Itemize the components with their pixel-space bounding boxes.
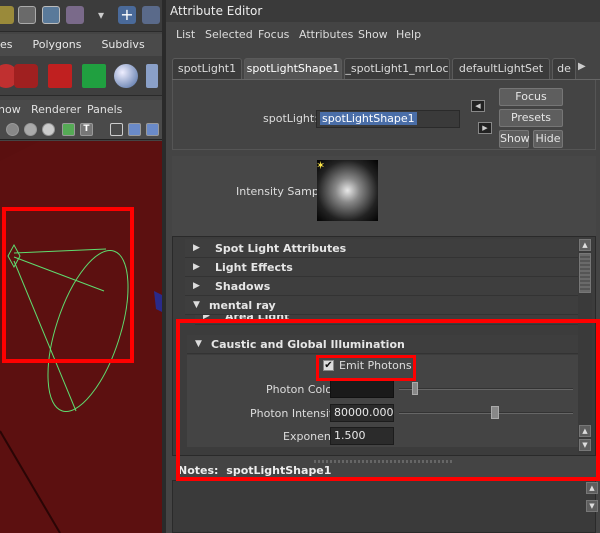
menu-item[interactable]: Polygons	[33, 34, 82, 56]
tab-spotlight1-mrloc[interactable]: _spotLight1_mrLoc	[344, 58, 450, 79]
snap-grid-icon[interactable]: +	[118, 6, 136, 24]
viewport-toolbar: T	[0, 120, 164, 140]
section-shadows[interactable]: ▶ Shadows	[185, 277, 583, 296]
attribute-editor-window: Attribute Editor List Selected Focus Att…	[166, 0, 600, 533]
intensity-sample-label: Intensity Sample	[236, 185, 329, 198]
shelf-tool-icon[interactable]	[146, 64, 158, 88]
viewport-menu-bar: how Renderer Panels	[0, 100, 164, 120]
cube-textured-icon[interactable]	[146, 123, 159, 136]
menu-set-bar: es Polygons Subdivs	[0, 34, 164, 56]
ae-menu-bar: List Selected Focus Attributes Show Help	[166, 24, 600, 46]
collapse-arrow-icon: ▼	[193, 300, 200, 310]
section-label: Shadows	[215, 280, 271, 293]
notes-scroll-up-icon[interactable]: ▲	[586, 482, 598, 494]
node-name-label: spotLight:	[263, 112, 318, 125]
section-light-effects[interactable]: ▶ Light Effects	[185, 258, 583, 277]
input-connections-icon[interactable]: ◀	[471, 100, 485, 112]
chevron-down-icon[interactable]: ▾	[98, 6, 110, 24]
expand-arrow-icon: ▶	[193, 262, 200, 272]
scroll-up-icon[interactable]: ▲	[579, 239, 591, 251]
output-connections-icon[interactable]: ▶	[478, 122, 492, 134]
notes-scroll-down-icon[interactable]: ▼	[586, 500, 598, 512]
lighting-icon[interactable]	[62, 123, 75, 136]
viewport-menu-panels[interactable]: Panels	[87, 100, 122, 120]
section-mental-ray[interactable]: ▼ mental ray	[185, 296, 583, 315]
highlight-box-caustic-gi	[176, 319, 600, 481]
cube-wire-icon[interactable]	[110, 123, 123, 136]
menu-focus[interactable]: Focus	[258, 28, 289, 41]
menu-help[interactable]: Help	[396, 28, 421, 41]
tab-scroll-right-icon[interactable]: ▶	[578, 61, 592, 77]
node-name-field[interactable]: spotLightShape1	[316, 110, 460, 128]
menu-list[interactable]: List	[176, 28, 195, 41]
camera-icon[interactable]	[14, 64, 38, 88]
section-label: mental ray	[209, 299, 276, 312]
menu-item[interactable]: Subdivs	[101, 34, 144, 56]
focus-button[interactable]: Focus	[499, 88, 563, 106]
highlight-box-emit-photons	[316, 355, 416, 381]
highlight-box-spotlight	[2, 207, 134, 363]
cube-shaded-icon[interactable]	[128, 123, 141, 136]
bend-deformer-icon[interactable]	[48, 64, 72, 88]
presets-button[interactable]: Presets	[499, 109, 563, 127]
section-spot-light-attributes[interactable]: ▶ Spot Light Attributes	[185, 239, 583, 258]
scroll-thumb[interactable]	[579, 253, 591, 293]
viewport[interactable]	[0, 141, 164, 533]
menu-show[interactable]: Show	[358, 28, 388, 41]
tab-spotlightshape1[interactable]: spotLightShape1	[244, 58, 342, 79]
status-line: ▾ +	[0, 0, 164, 32]
hide-button[interactable]: Hide	[533, 130, 563, 148]
node-name-value: spotLightShape1	[320, 112, 417, 125]
expand-arrow-icon: ▶	[193, 281, 200, 291]
tab-spotlight1[interactable]: spotLight1	[172, 58, 242, 79]
viewport-menu-show[interactable]: how	[0, 100, 21, 120]
snap-curve-icon[interactable]	[142, 6, 160, 24]
shaded-icon[interactable]	[6, 123, 19, 136]
select-by-hierarchy-icon[interactable]	[18, 6, 36, 24]
window-title: Attribute Editor	[166, 0, 600, 22]
wireframe-on-shaded-icon[interactable]	[24, 123, 37, 136]
select-by-component-icon[interactable]	[66, 6, 84, 24]
menu-selected[interactable]: Selected	[205, 28, 253, 41]
light-bulb-icon: ✶	[316, 159, 326, 172]
viewport-menu-renderer[interactable]: Renderer	[31, 100, 81, 120]
tab-defaultlightset[interactable]: defaultLightSet	[452, 58, 550, 79]
intensity-sample-panel: Intensity Sample ✶	[172, 156, 596, 236]
section-label: Light Effects	[215, 261, 293, 274]
menu-attributes[interactable]: Attributes	[299, 28, 353, 41]
menu-item[interactable]: es	[0, 34, 13, 56]
node-tabs: spotLight1 spotLightShape1 _spotLight1_m…	[172, 58, 600, 80]
textured-icon[interactable]	[42, 123, 55, 136]
maya-main-window: ▾ + es Polygons Subdivs how Renderer Pan…	[0, 0, 164, 533]
show-button[interactable]: Show	[499, 130, 530, 148]
shelf	[0, 56, 164, 96]
notes-field[interactable]	[172, 480, 596, 533]
node-header: spotLight: spotLightShape1 ◀ ▶ Focus Pre…	[172, 80, 596, 150]
curve-tool-icon[interactable]	[82, 64, 106, 88]
expand-arrow-icon: ▶	[193, 243, 200, 253]
snap-icon[interactable]	[0, 6, 14, 24]
section-label: Spot Light Attributes	[215, 242, 347, 255]
tab-overflow[interactable]: de	[552, 58, 576, 79]
select-by-object-icon[interactable]	[42, 6, 60, 24]
xray-icon[interactable]: T	[80, 123, 93, 136]
sphere-icon[interactable]	[114, 64, 138, 88]
